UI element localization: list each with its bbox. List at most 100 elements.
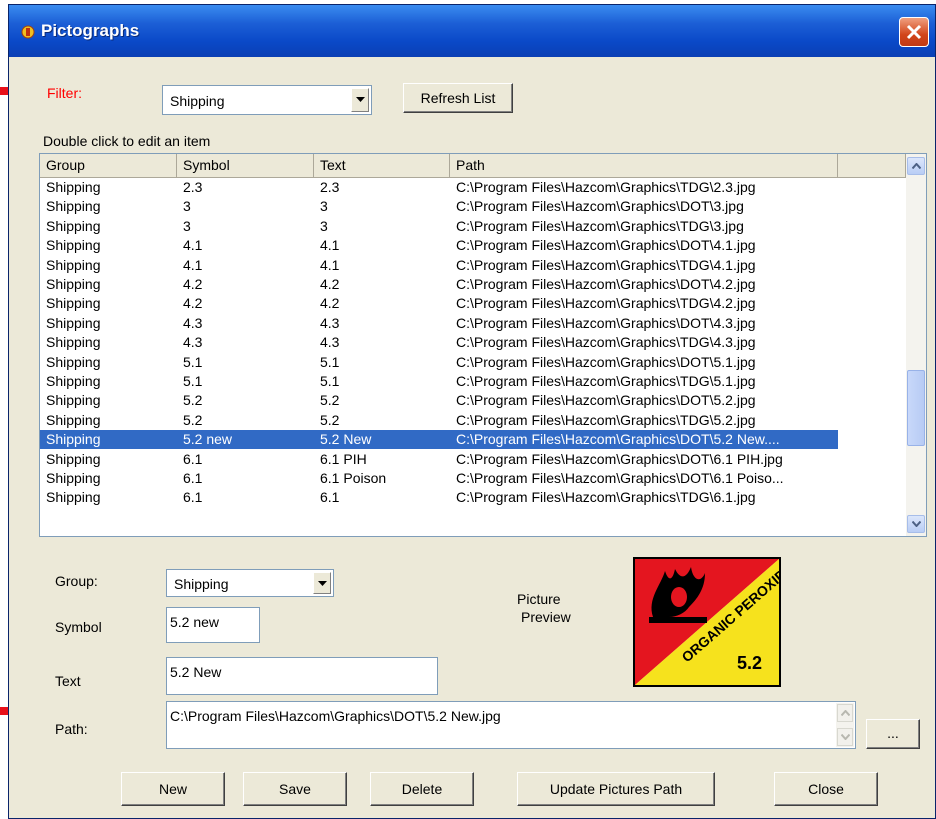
- table-row[interactable]: Shipping 5.2 5.2 C:\Program Files\Hazcom\Gr…: [40, 391, 838, 410]
- text-label: Text: [55, 673, 81, 689]
- refresh-list-label: Refresh List: [420, 90, 496, 106]
- column-header-text[interactable]: Text: [314, 154, 450, 178]
- filter-dropdown-button[interactable]: [351, 88, 369, 112]
- table-cell-group: Shipping: [46, 334, 101, 351]
- column-header-symbol[interactable]: Symbol: [177, 154, 314, 178]
- table-cell-text: 6.1: [320, 489, 340, 506]
- path-scroll-down[interactable]: [837, 728, 853, 746]
- table-cell-path: C:\Program Files\Hazcom\Graphics\TDG\4.1…: [456, 256, 756, 273]
- table-cell-text: 4.1: [320, 256, 340, 273]
- browse-label: ...: [887, 725, 899, 741]
- chevron-down-icon: [318, 581, 327, 586]
- table-row[interactable]: Shipping 6.1 6.1 Poison C:\Program Files\Ha…: [40, 469, 838, 488]
- table-cell-path: C:\Program Files\Hazcom\Graphics\DOT\4.1…: [456, 237, 756, 254]
- filter-select[interactable]: Shipping: [162, 85, 372, 115]
- table-row[interactable]: Shipping 2.3 2.3 C:\Program Files\Hazcom\Gr…: [40, 178, 838, 197]
- group-select[interactable]: Shipping: [166, 569, 334, 597]
- table-row[interactable]: Shipping 5.2 5.2 C:\Program Files\Hazcom\Gr…: [40, 411, 838, 430]
- picture-preview: ORGANIC PEROXIDE 5.2: [633, 557, 781, 687]
- save-button[interactable]: Save: [243, 772, 347, 806]
- chevron-up-icon: [841, 710, 850, 716]
- scroll-up-button[interactable]: [907, 157, 925, 175]
- table-cell-path: C:\Program Files\Hazcom\Graphics\TDG\4.3…: [456, 334, 756, 351]
- filter-value: Shipping: [170, 93, 225, 109]
- symbol-value: 5.2 new: [170, 614, 220, 630]
- list-header: Group Symbol Text Path: [40, 154, 906, 178]
- table-cell-symbol: 6.1: [183, 450, 203, 467]
- table-cell-path: C:\Program Files\Hazcom\Graphics\DOT\3.j…: [456, 198, 744, 215]
- preview-label-line1: Picture: [517, 591, 561, 607]
- path-field[interactable]: C:\Program Files\Hazcom\Graphics\DOT\5.2…: [166, 701, 856, 749]
- close-button[interactable]: Close: [774, 772, 878, 806]
- table-row[interactable]: Shipping 3 3 C:\Program Files\Hazcom\Graphi…: [40, 197, 838, 216]
- delete-label: Delete: [401, 781, 443, 797]
- column-header-group[interactable]: Group: [40, 154, 177, 178]
- table-cell-text: 5.2 New: [320, 431, 372, 448]
- table-cell-symbol: 3: [183, 198, 191, 215]
- table-row[interactable]: Shipping 5.1 5.1 C:\Program Files\Hazcom\Gr…: [40, 372, 838, 391]
- list-vertical-scrollbar[interactable]: [906, 154, 926, 536]
- table-row[interactable]: Shipping 4.1 4.1 C:\Program Files\Hazcom\Gr…: [40, 256, 838, 275]
- group-dropdown-button[interactable]: [313, 572, 331, 594]
- table-cell-group: Shipping: [46, 237, 101, 254]
- table-row[interactable]: Shipping 3 3 C:\Program Files\Hazcom\Graphi…: [40, 217, 838, 236]
- table-cell-text: 6.1 Poison: [320, 470, 387, 486]
- table-cell-path: C:\Program Files\Hazcom\Graphics\DOT\4.2…: [456, 276, 756, 292]
- table-cell-group: Shipping: [46, 411, 101, 428]
- table-row[interactable]: Shipping 4.2 4.2 C:\Program Files\Hazcom\Gr…: [40, 275, 838, 294]
- scroll-down-button[interactable]: [907, 515, 925, 533]
- table-row[interactable]: Shipping 4.3 4.3 C:\Program Files\Hazcom\Gr…: [40, 314, 838, 333]
- table-cell-text: 3: [320, 198, 328, 215]
- table-row[interactable]: Shipping 5.1 5.1 C:\Program Files\Hazcom\Gr…: [40, 353, 838, 372]
- new-button[interactable]: New: [121, 772, 225, 806]
- close-window-button[interactable]: [899, 17, 929, 47]
- table-row[interactable]: Shipping 6.1 6.1 C:\Program Files\Hazcom\Gr…: [40, 488, 838, 507]
- table-cell-symbol: 5.2 new: [183, 431, 233, 448]
- refresh-list-button[interactable]: Refresh List: [403, 83, 513, 113]
- table-cell-path: C:\Program Files\Hazcom\Graphics\DOT\5.2…: [456, 431, 780, 448]
- organic-peroxide-placard: ORGANIC PEROXIDE 5.2: [635, 559, 779, 685]
- table-cell-path: C:\Program Files\Hazcom\Graphics\DOT\6.1…: [456, 470, 784, 486]
- table-row[interactable]: Shipping 5.2 new 5.2 New C:\Program Files\H…: [40, 430, 838, 450]
- list-hint: Double click to edit an item: [43, 133, 211, 149]
- table-row[interactable]: Shipping 4.3 4.3 C:\Program Files\Hazcom\Gr…: [40, 333, 838, 352]
- table-cell-path: C:\Program Files\Hazcom\Graphics\DOT\6.1…: [456, 450, 783, 467]
- table-cell-symbol: 4.3: [183, 334, 203, 351]
- table-cell-group: Shipping: [46, 353, 101, 370]
- chevron-down-icon: [841, 734, 850, 740]
- table-cell-group: Shipping: [46, 256, 101, 273]
- table-cell-symbol: 2.3: [183, 179, 203, 195]
- table-cell-text: 4.3: [320, 334, 340, 351]
- table-cell-group: Shipping: [46, 489, 101, 506]
- symbol-field[interactable]: 5.2 new: [166, 607, 260, 643]
- table-row-partial: [40, 508, 838, 527]
- path-scrollbar[interactable]: [836, 703, 854, 747]
- update-pictures-path-button[interactable]: Update Pictures Path: [517, 772, 715, 806]
- column-header-path[interactable]: Path: [450, 154, 838, 178]
- table-cell-text: 3: [320, 217, 328, 234]
- table-cell-group: Shipping: [46, 431, 101, 448]
- browse-button[interactable]: ...: [866, 719, 920, 749]
- table-cell-path: C:\Program Files\Hazcom\Graphics\DOT\5.2…: [456, 392, 756, 409]
- title-bar: Pictographs: [9, 5, 935, 57]
- placard-number: 5.2: [737, 653, 762, 673]
- text-value: 5.2 New: [170, 664, 222, 680]
- table-row[interactable]: Shipping 4.1 4.1 C:\Program Files\Hazcom\Gr…: [40, 236, 838, 255]
- text-field[interactable]: 5.2 New: [166, 657, 438, 695]
- pictograph-list[interactable]: Group Symbol Text Path Shipping 2.3 2.3 C:\…: [39, 153, 927, 537]
- table-cell-path: C:\Program Files\Hazcom\Graphics\TDG\2.3…: [456, 179, 756, 195]
- table-cell-text: 4.2: [320, 276, 340, 292]
- path-value: C:\Program Files\Hazcom\Graphics\DOT\5.2…: [170, 708, 501, 724]
- table-row[interactable]: Shipping 6.1 6.1 PIH C:\Program Files\Hazco…: [40, 450, 838, 469]
- table-cell-group: Shipping: [46, 179, 101, 195]
- table-cell-symbol: 4.2: [183, 295, 203, 312]
- window-title: Pictographs: [41, 21, 140, 40]
- table-row[interactable]: Shipping 4.2 4.2 C:\Program Files\Hazcom\Gr…: [40, 294, 838, 313]
- scroll-thumb[interactable]: [907, 370, 925, 446]
- delete-button[interactable]: Delete: [370, 772, 474, 806]
- table-cell-text: 6.1 PIH: [320, 450, 367, 467]
- table-cell-symbol: 4.3: [183, 314, 203, 331]
- table-cell-symbol: 5.1: [183, 373, 203, 389]
- path-scroll-up[interactable]: [837, 704, 853, 722]
- table-cell-text: 5.2: [320, 392, 340, 409]
